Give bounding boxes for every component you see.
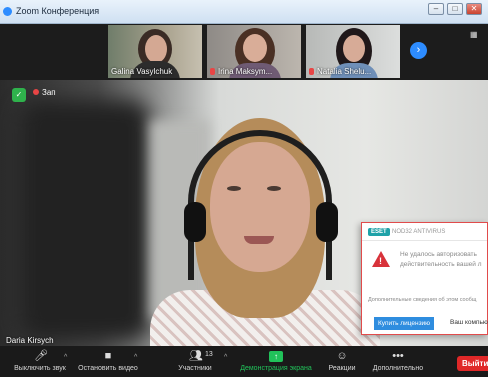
headset-earcup	[184, 202, 206, 242]
reactions-label: Реакции	[328, 365, 356, 372]
chevron-right-icon: ›	[416, 44, 421, 56]
participants-label: Участники	[178, 365, 212, 372]
warning-mark: !	[379, 256, 382, 266]
popup-message: Не удалось авторизовать действительность…	[400, 250, 488, 270]
headset-icon	[188, 130, 332, 280]
participant-strip: Galina Vasylchuk Irina Maksym... Natalia…	[0, 24, 488, 80]
mute-label: Выключить звук	[14, 365, 66, 372]
camera-icon: ■	[104, 350, 112, 362]
stop-video-button[interactable]: ■ Остановить видео	[78, 346, 138, 377]
more-label: Дополнительно	[372, 365, 424, 372]
minimize-button[interactable]: –	[428, 3, 444, 15]
next-page-button[interactable]: ›	[410, 42, 427, 59]
more-button[interactable]: ••• Дополнительно	[370, 346, 426, 377]
mic-muted-icon	[309, 68, 314, 75]
your-computer-link[interactable]: Ваш компью	[450, 319, 488, 326]
participant-name: Irina Maksym...	[218, 67, 273, 76]
recording-indicator: Зап	[33, 88, 56, 97]
popup-message-line: Не удалось авторизовать	[400, 251, 477, 258]
microphone-icon: 🎤︎	[34, 350, 48, 362]
close-button[interactable]: ✕	[466, 3, 482, 15]
stop-video-label: Остановить видео	[78, 365, 138, 372]
video-options-caret[interactable]: ^	[134, 354, 137, 361]
end-meeting-button[interactable]: Выйти	[457, 356, 488, 371]
participant-name: Galina Vasylchuk	[111, 67, 173, 76]
participant-name: Natalia Shelu...	[317, 67, 372, 76]
share-screen-icon: ↑	[269, 351, 283, 362]
popup-message-line: действительность вашей л	[400, 261, 482, 268]
smiley-icon: ☺	[336, 350, 348, 362]
participant-thumbnail[interactable]: Natalia Shelu...	[306, 25, 400, 78]
mic-muted-icon	[210, 68, 215, 75]
buy-license-button[interactable]: Купить лицензию	[374, 317, 434, 330]
share-screen-button[interactable]: ↑ Демонстрация экрана	[238, 346, 314, 377]
participant-thumbnail[interactable]: Irina Maksym...	[207, 25, 301, 78]
window-title: Zoom Конференция	[16, 6, 100, 16]
record-dot-icon	[33, 89, 39, 95]
participant-thumbnail[interactable]: Galina Vasylchuk	[108, 25, 202, 78]
popup-extra-info-link[interactable]: Дополнительные сведения об этом сообщ	[368, 297, 476, 303]
more-dots-icon: •••	[392, 350, 404, 362]
zoom-app-icon	[3, 7, 12, 16]
reactions-button[interactable]: ☺ Реакции	[326, 346, 358, 377]
popup-header: ESET NOD32 ANTIVIRUS	[362, 223, 487, 241]
audio-options-caret[interactable]: ^	[64, 354, 67, 361]
mute-button[interactable]: 🎤︎ Выключить звук	[10, 346, 70, 377]
encryption-shield-icon[interactable]: ✓	[12, 88, 26, 102]
share-screen-label: Демонстрация экрана	[240, 365, 312, 372]
window-titlebar: Zoom Конференция – □ ✕	[0, 0, 488, 24]
maximize-button[interactable]: □	[447, 3, 463, 15]
participants-options-caret[interactable]: ^	[224, 354, 227, 361]
popup-header-text: NOD32 ANTIVIRUS	[392, 229, 446, 235]
recording-label: Зап	[42, 88, 56, 97]
participants-count: 13	[205, 351, 213, 358]
headset-earcup	[316, 202, 338, 242]
gallery-view-icon[interactable]: ▦	[470, 30, 478, 39]
participants-icon: 👥︎	[189, 350, 203, 362]
meeting-toolbar: 🎤︎ Выключить звук ^ ■ Остановить видео ^…	[0, 346, 488, 377]
speaker-name: Daria Kirsych	[6, 336, 54, 345]
eset-logo: ESET	[368, 228, 390, 236]
antivirus-popup: ESET NOD32 ANTIVIRUS ! Не удалось автори…	[361, 222, 488, 335]
background-blur	[20, 100, 150, 340]
